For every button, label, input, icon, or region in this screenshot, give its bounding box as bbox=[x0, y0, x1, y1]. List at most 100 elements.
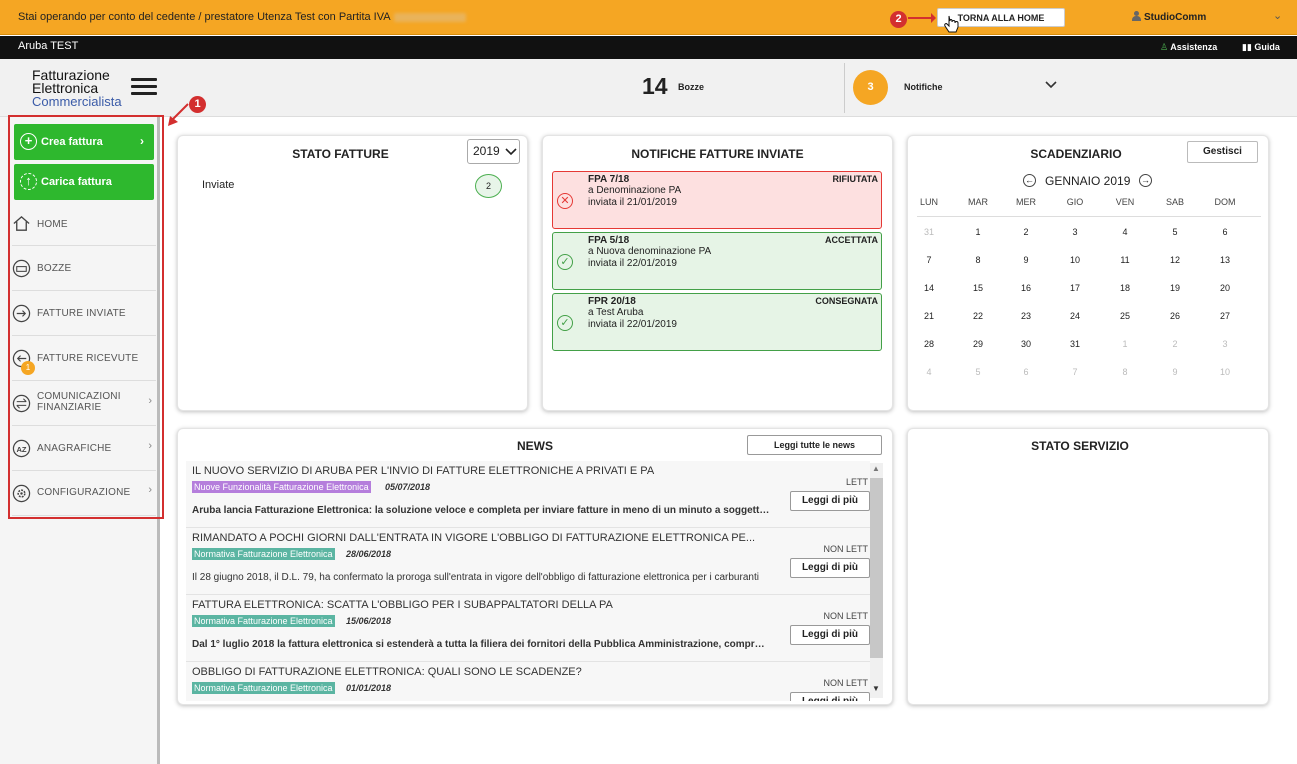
year-select[interactable]: 2019 bbox=[467, 139, 520, 164]
news-list[interactable]: IL NUOVO SERVIZIO DI ARUBA PER L'INVIO D… bbox=[186, 461, 870, 701]
notifications-count-badge[interactable]: 3 bbox=[853, 70, 888, 105]
hamburger-menu-icon[interactable] bbox=[131, 78, 157, 96]
calendar-day[interactable]: 4 bbox=[909, 367, 949, 377]
notification-item[interactable]: ✓ FPA 5/18 a Nuova denominazione PA invi… bbox=[552, 232, 882, 290]
calendar-day[interactable]: 12 bbox=[1155, 255, 1195, 265]
guida-link[interactable]: ▮▮ Guida bbox=[1242, 42, 1280, 53]
calendar-day[interactable]: 10 bbox=[1055, 255, 1095, 265]
calendar-day[interactable]: 11 bbox=[1105, 255, 1145, 265]
chevron-down-icon[interactable] bbox=[1044, 80, 1058, 90]
news-item-excerpt: Aruba lancia Fatturazione Elettronica: l… bbox=[192, 505, 770, 516]
notification-item[interactable]: ✕ FPA 7/18 a Denominazione PA inviata il… bbox=[552, 171, 882, 229]
bozze-count[interactable]: 14 bbox=[642, 73, 668, 100]
notification-item[interactable]: ✓ FPR 20/18 a Test Aruba inviata il 22/0… bbox=[552, 293, 882, 351]
calendar-day[interactable]: 1 bbox=[1105, 339, 1145, 349]
bozze-label[interactable]: Bozze bbox=[678, 82, 704, 92]
calendar-day[interactable]: 24 bbox=[1055, 311, 1095, 321]
scroll-down-icon[interactable]: ▼ bbox=[872, 684, 880, 693]
calendar-day[interactable]: 14 bbox=[909, 283, 949, 293]
calendar-day[interactable]: 8 bbox=[1105, 367, 1145, 377]
calendar-day[interactable]: 9 bbox=[1155, 367, 1195, 377]
news-item-date: 01/01/2018 bbox=[346, 683, 392, 693]
calendar-day[interactable]: 25 bbox=[1105, 311, 1145, 321]
notification-recipient: a Nuova denominazione PA bbox=[588, 246, 712, 257]
calendar-day[interactable]: 27 bbox=[1205, 311, 1245, 321]
read-all-news-button[interactable]: Leggi tutte le news bbox=[747, 435, 882, 455]
user-menu[interactable]: StudioComm bbox=[1132, 11, 1206, 23]
notification-date: inviata il 21/01/2019 bbox=[588, 197, 677, 208]
calendar-day[interactable]: 6 bbox=[1006, 367, 1046, 377]
news-item-title[interactable]: OBBLIGO DI FATTURAZIONE ELETTRONICA: QUA… bbox=[192, 666, 772, 678]
chevron-down-icon[interactable]: ⌄ bbox=[1273, 9, 1282, 22]
calendar-day-header: MAR bbox=[968, 197, 988, 207]
news-item-title[interactable]: IL NUOVO SERVIZIO DI ARUBA PER L'INVIO D… bbox=[192, 465, 772, 477]
logo-line-3: Commercialista bbox=[32, 94, 122, 109]
annotation-marker-2: 2 bbox=[890, 11, 907, 28]
support-icon: ♙ bbox=[1160, 42, 1169, 52]
calendar-day[interactable]: 18 bbox=[1105, 283, 1145, 293]
next-month-icon[interactable]: → bbox=[1139, 174, 1152, 187]
news-item-status: NON LETT bbox=[823, 544, 868, 554]
calendar-day[interactable]: 3 bbox=[1055, 227, 1095, 237]
calendar-day[interactable]: 7 bbox=[1055, 367, 1095, 377]
news-item-date: 28/06/2018 bbox=[346, 549, 392, 559]
calendar-day[interactable]: 26 bbox=[1155, 311, 1195, 321]
calendar-day[interactable]: 23 bbox=[1006, 311, 1046, 321]
calendar-day[interactable]: 9 bbox=[1006, 255, 1046, 265]
calendar-day[interactable]: 7 bbox=[909, 255, 949, 265]
manage-schedule-button[interactable]: Gestisci bbox=[1187, 141, 1258, 163]
calendar-day[interactable]: 28 bbox=[909, 339, 949, 349]
calendar-day[interactable]: 21 bbox=[909, 311, 949, 321]
calendar-day[interactable]: 2 bbox=[1006, 227, 1046, 237]
vat-number-redacted bbox=[393, 12, 466, 22]
news-item-tag: Normativa Fatturazione Elettronica bbox=[192, 548, 335, 560]
calendar-day[interactable]: 8 bbox=[958, 255, 998, 265]
news-item[interactable]: IL NUOVO SERVIZIO DI ARUBA PER L'INVIO D… bbox=[186, 461, 870, 528]
calendar-day[interactable]: 30 bbox=[1006, 339, 1046, 349]
calendar-day[interactable]: 5 bbox=[958, 367, 998, 377]
read-more-button[interactable]: Leggi di più bbox=[790, 692, 870, 701]
calendar-day[interactable]: 6 bbox=[1205, 227, 1245, 237]
calendar-day[interactable]: 13 bbox=[1205, 255, 1245, 265]
calendar-day[interactable]: 2 bbox=[1155, 339, 1195, 349]
inviate-label[interactable]: Inviate bbox=[202, 179, 234, 191]
read-more-button[interactable]: Leggi di più bbox=[790, 491, 870, 511]
app-logo[interactable]: Fatturazione Elettronica Commercialista bbox=[32, 68, 122, 109]
calendar-day[interactable]: 15 bbox=[958, 283, 998, 293]
accepted-check-icon: ✓ bbox=[557, 254, 573, 270]
news-item[interactable]: OBBLIGO DI FATTURAZIONE ELETTRONICA: QUA… bbox=[186, 662, 870, 701]
calendar-day[interactable]: 20 bbox=[1205, 283, 1245, 293]
news-item[interactable]: FATTURA ELETTRONICA: SCATTA L'OBBLIGO PE… bbox=[186, 595, 870, 662]
rejected-x-icon: ✕ bbox=[557, 193, 573, 209]
news-scrollbar-thumb[interactable] bbox=[870, 478, 883, 658]
calendar-day[interactable]: 3 bbox=[1205, 339, 1245, 349]
notification-date: inviata il 22/01/2019 bbox=[588, 258, 677, 269]
assistenza-link[interactable]: ♙ Assistenza bbox=[1160, 42, 1217, 53]
news-item-tag: Nuove Funzionalità Fatturazione Elettron… bbox=[192, 481, 371, 493]
news-item-status: NON LETT bbox=[823, 611, 868, 621]
read-more-button[interactable]: Leggi di più bbox=[790, 625, 870, 645]
calendar-day[interactable]: 1 bbox=[958, 227, 998, 237]
calendar-day[interactable]: 22 bbox=[958, 311, 998, 321]
calendar-day[interactable]: 29 bbox=[958, 339, 998, 349]
calendar-day[interactable]: 5 bbox=[1155, 227, 1195, 237]
calendar-day[interactable]: 31 bbox=[909, 227, 949, 237]
scroll-up-icon[interactable]: ▲ bbox=[872, 464, 880, 473]
notification-recipient: a Denominazione PA bbox=[588, 185, 682, 196]
calendar-day[interactable]: 4 bbox=[1105, 227, 1145, 237]
calendar-day[interactable]: 10 bbox=[1205, 367, 1245, 377]
calendar-day[interactable]: 17 bbox=[1055, 283, 1095, 293]
news-item-title[interactable]: FATTURA ELETTRONICA: SCATTA L'OBBLIGO PE… bbox=[192, 599, 772, 611]
calendar-day[interactable]: 31 bbox=[1055, 339, 1095, 349]
news-item[interactable]: RIMANDATO A POCHI GIORNI DALL'ENTRATA IN… bbox=[186, 528, 870, 595]
notifications-label[interactable]: Notifiche bbox=[904, 82, 943, 92]
previous-month-icon[interactable]: ← bbox=[1023, 174, 1036, 187]
stato-servizio-title: STATO SERVIZIO bbox=[1031, 439, 1129, 453]
news-item-date: 05/07/2018 bbox=[385, 482, 431, 492]
read-more-button[interactable]: Leggi di più bbox=[790, 558, 870, 578]
news-item-title[interactable]: RIMANDATO A POCHI GIORNI DALL'ENTRATA IN… bbox=[192, 532, 772, 544]
calendar-day[interactable]: 16 bbox=[1006, 283, 1046, 293]
calendar-day[interactable]: 19 bbox=[1155, 283, 1195, 293]
notification-date: inviata il 22/01/2019 bbox=[588, 319, 677, 330]
inviate-count-badge[interactable]: 2 bbox=[475, 174, 502, 198]
